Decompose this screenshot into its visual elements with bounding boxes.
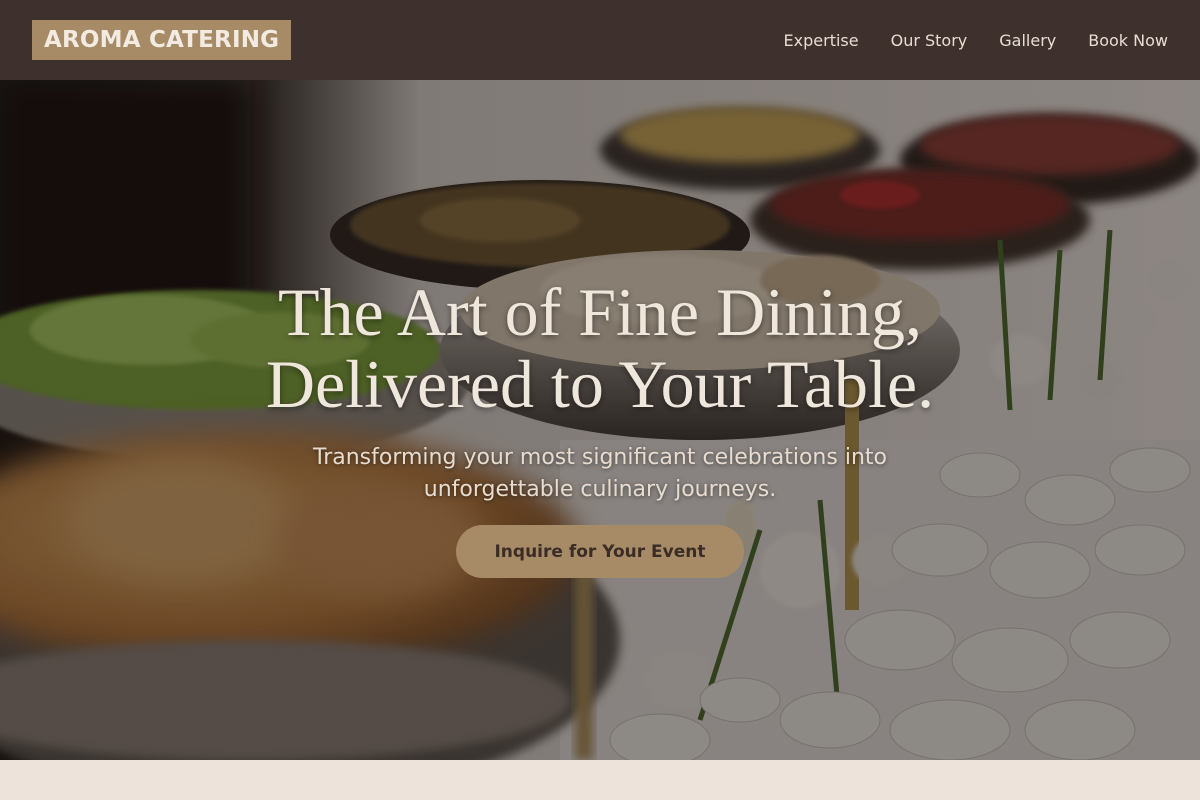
nav-link-gallery[interactable]: Gallery <box>999 31 1056 50</box>
nav-link-our-story[interactable]: Our Story <box>891 31 968 50</box>
nav-link-expertise[interactable]: Expertise <box>784 31 859 50</box>
hero-title: The Art of Fine Dining, Delivered to You… <box>0 276 1200 420</box>
hero-content: The Art of Fine Dining, Delivered to You… <box>0 80 1200 760</box>
next-section-band <box>0 760 1200 800</box>
top-navbar: AROMA CATERING Expertise Our Story Galle… <box>0 0 1200 80</box>
inquire-event-button[interactable]: Inquire for Your Event <box>456 525 744 578</box>
hero-title-line-1: The Art of Fine Dining, <box>277 274 923 350</box>
hero-section: The Art of Fine Dining, Delivered to You… <box>0 80 1200 760</box>
main-nav: Expertise Our Story Gallery Book Now <box>784 31 1168 50</box>
hero-subtitle-line-1: Transforming your most significant celeb… <box>313 445 887 470</box>
hero-title-line-2: Delivered to Your Table. <box>265 346 935 422</box>
hero-subtitle: Transforming your most significant celeb… <box>250 442 950 506</box>
nav-link-book-now[interactable]: Book Now <box>1088 31 1168 50</box>
brand-logo[interactable]: AROMA CATERING <box>32 20 292 60</box>
hero-subtitle-line-2: unforgettable culinary journeys. <box>423 477 777 502</box>
